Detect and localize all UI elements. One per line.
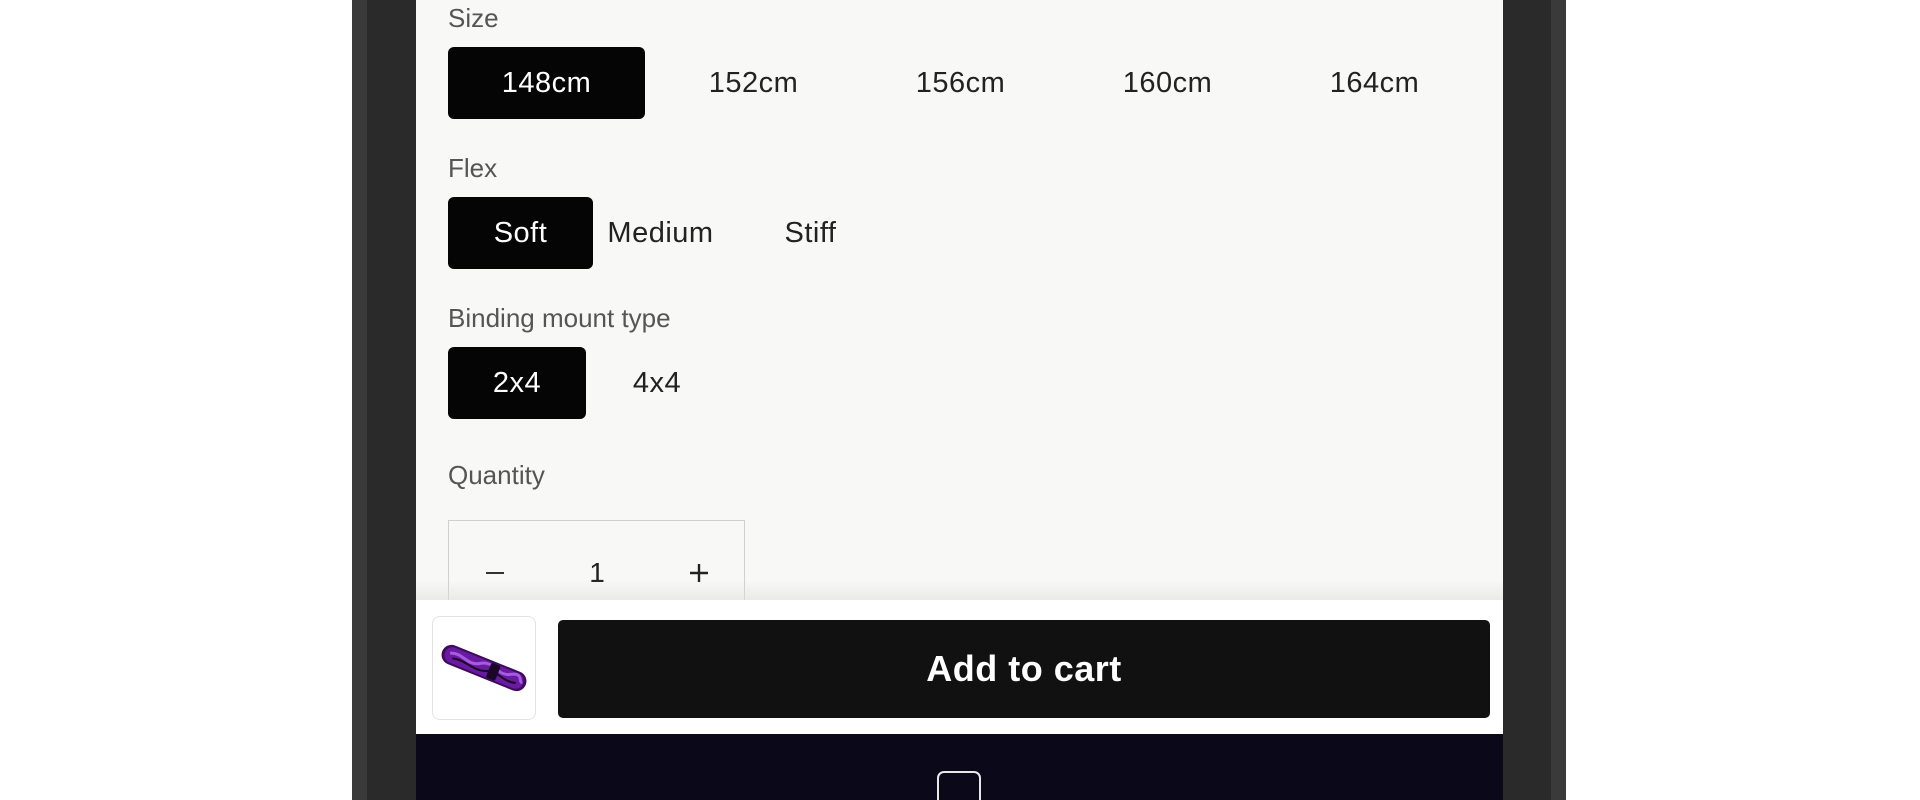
snowboard-image [441, 644, 527, 692]
binding-option-4x4[interactable]: 4x4 [588, 347, 726, 419]
plus-icon [690, 564, 708, 582]
flex-options: Soft Medium Stiff [448, 197, 1008, 269]
device-frame: Size 148cm 152cm 156cm 160cm 164cm Flex … [352, 0, 1566, 800]
sticky-add-to-cart-bar: Add to cart [416, 600, 1503, 734]
binding-mount-type-options: 2x4 4x4 [448, 347, 808, 419]
size-option-164cm[interactable]: 164cm [1276, 47, 1473, 119]
add-to-cart-button[interactable]: Add to cart [558, 620, 1490, 718]
size-option-152cm[interactable]: 152cm [655, 47, 852, 119]
binding-option-2x4[interactable]: 2x4 [448, 347, 586, 419]
flex-option-stiff[interactable]: Stiff [738, 197, 883, 269]
flex-option-medium[interactable]: Medium [588, 197, 733, 269]
decrease-quantity-button[interactable] [465, 543, 525, 603]
product-page-screen: Size 148cm 152cm 156cm 160cm 164cm Flex … [416, 0, 1503, 800]
flex-label: Flex [448, 153, 498, 183]
increase-quantity-button[interactable] [669, 543, 729, 603]
flex-option-soft[interactable]: Soft [448, 197, 593, 269]
square-icon[interactable] [937, 771, 981, 800]
binding-mount-type-label: Binding mount type [448, 303, 671, 333]
quantity-input[interactable]: 1 [569, 543, 625, 603]
product-thumbnail [432, 616, 536, 720]
quantity-label: Quantity [448, 460, 545, 490]
size-option-160cm[interactable]: 160cm [1069, 47, 1266, 119]
size-label: Size [448, 3, 499, 33]
size-option-156cm[interactable]: 156cm [862, 47, 1059, 119]
size-option-148cm[interactable]: 148cm [448, 47, 645, 119]
minus-icon [486, 572, 504, 574]
bottom-dark-section [416, 734, 1503, 800]
size-options: 148cm 152cm 156cm 160cm 164cm [448, 47, 1488, 119]
